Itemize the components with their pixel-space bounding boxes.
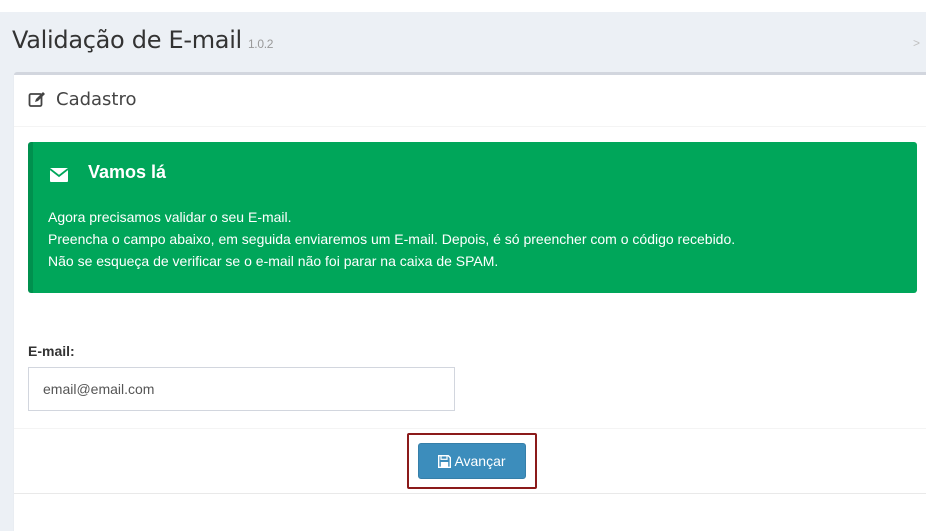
save-icon (438, 454, 452, 468)
success-callout: Vamos lá Agora precisamos validar o seu … (28, 142, 917, 293)
envelope-icon (49, 166, 69, 182)
page-title-text: Validação de E-mail (12, 26, 242, 54)
breadcrumb-separator: > (912, 36, 920, 50)
top-bar (0, 0, 926, 12)
page-version: 1.0.2 (247, 37, 274, 51)
box-title-text: Cadastro (56, 89, 137, 110)
callout-title: Vamos lá (49, 162, 167, 183)
callout-line: Preencha o campo abaixo, em seguida envi… (48, 231, 736, 247)
callout-line: Agora precisamos validar o seu E-mail. (48, 209, 292, 225)
highlight-frame: Avançar (407, 433, 537, 489)
advance-button[interactable]: Avançar (418, 443, 526, 479)
box-header: Cadastro (14, 75, 926, 127)
page: Validação de E-mail 1.0.2 > Cadastro Vam… (0, 0, 926, 531)
callout-title-text: Vamos lá (88, 162, 167, 182)
box-title: Cadastro (28, 89, 137, 110)
edit-icon (28, 91, 46, 109)
email-label: E-mail: (28, 343, 75, 359)
callout-message: Agora precisamos validar o seu E-mail. P… (48, 206, 735, 272)
box-footer: Avançar (14, 428, 926, 494)
content-header: Validação de E-mail 1.0.2 > (0, 12, 926, 74)
advance-button-label: Avançar (454, 453, 506, 469)
callout-line: Não se esqueça de verificar se o e-mail … (48, 253, 499, 269)
registration-box: Cadastro Vamos lá Agora precisamos valid… (14, 72, 926, 531)
page-title: Validação de E-mail 1.0.2 (12, 26, 273, 54)
email-input[interactable] (28, 367, 455, 411)
